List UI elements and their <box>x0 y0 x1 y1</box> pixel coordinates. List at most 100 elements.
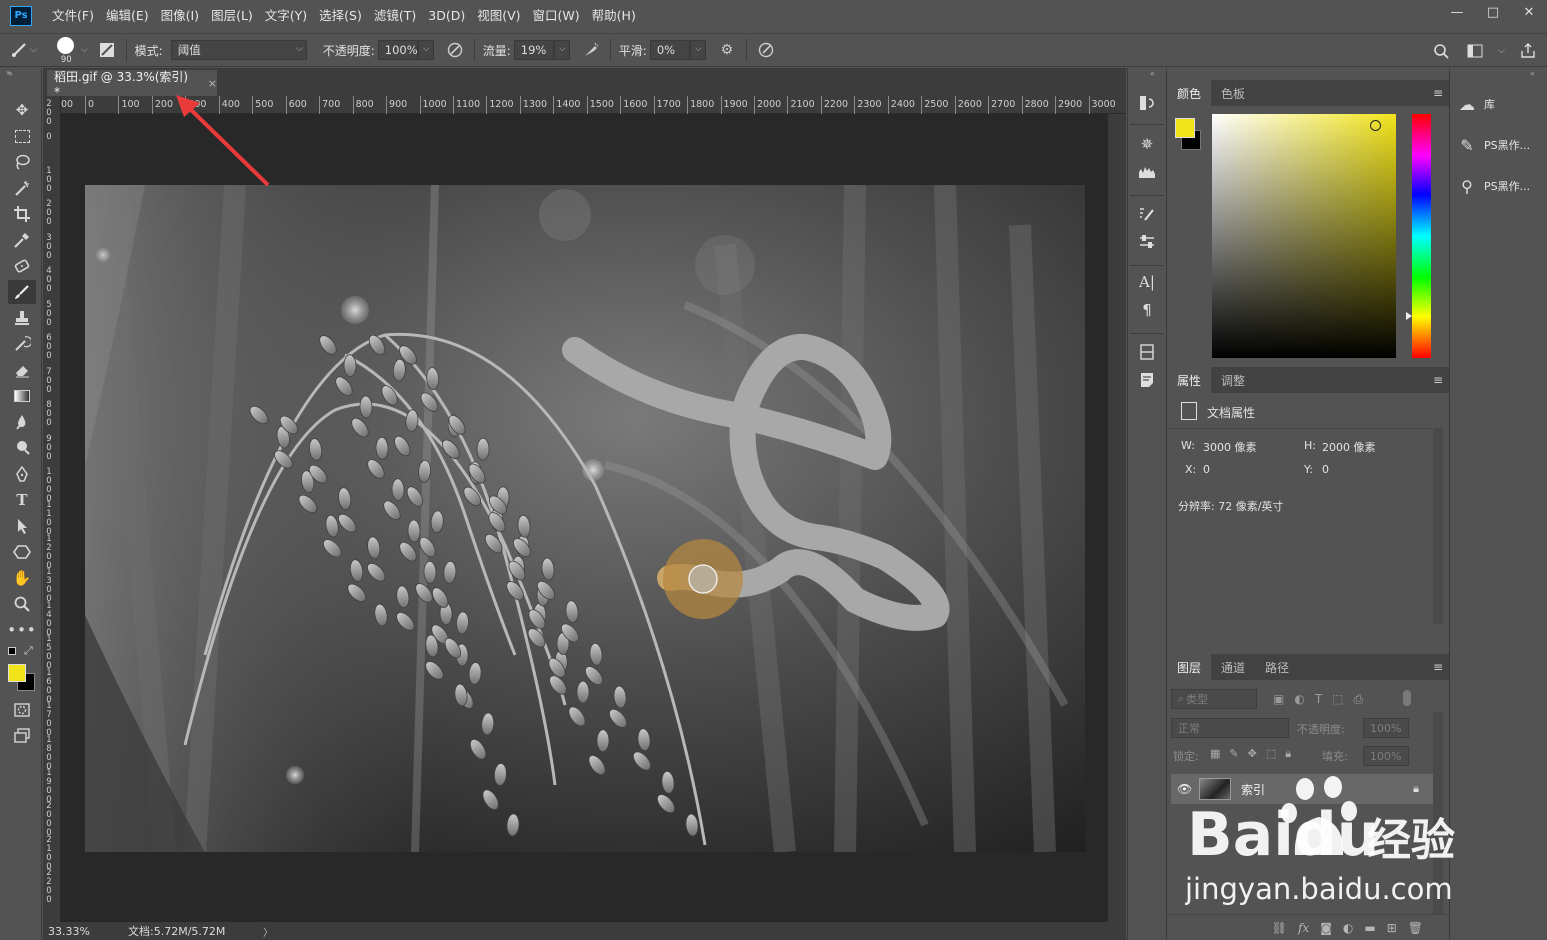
smoothing-dropdown[interactable]: ⌵ <box>689 40 706 60</box>
menu-item[interactable]: 编辑(E) <box>100 0 155 31</box>
smoothing-input[interactable]: 0% <box>649 40 690 60</box>
hue-slider[interactable] <box>1412 114 1431 358</box>
menu-item[interactable]: 图层(L) <box>205 0 259 31</box>
gradient-tool-icon[interactable] <box>8 384 36 408</box>
history-brush-tool-icon[interactable] <box>8 332 36 356</box>
type-tool-icon[interactable]: T <box>8 488 36 512</box>
link-icon[interactable]: ⛓︎ <box>1272 921 1287 935</box>
tab-adjustments[interactable]: 调整 <box>1211 367 1255 393</box>
library-item[interactable]: ☁ 库 <box>1454 86 1546 122</box>
fill-input[interactable]: 100% <box>1363 746 1409 766</box>
image-filter-icon[interactable]: ▣ <box>1273 692 1284 707</box>
notes-panel-icon[interactable] <box>1136 369 1158 391</box>
marquee-tool-icon[interactable] <box>8 124 36 148</box>
brush-tool-icon[interactable] <box>8 280 36 304</box>
histogram-panel-icon[interactable] <box>1136 161 1158 183</box>
menu-item[interactable]: 图像(I) <box>155 0 205 31</box>
menu-item[interactable]: 文件(F) <box>46 0 100 31</box>
properties-scrollbar[interactable] <box>1433 428 1443 624</box>
vertical-ruler[interactable]: 2 0 0 0 1 0 0 2 0 0 3 0 0 4 0 0 5 0 0 6 0 0 7 0 … <box>43 96 61 922</box>
zoom-level[interactable]: 33.33% <box>48 925 128 938</box>
menu-item[interactable]: 滤镜(T) <box>368 0 422 31</box>
lasso-tool-icon[interactable] <box>8 150 36 174</box>
pressure-size-icon[interactable] <box>755 39 777 61</box>
adjustments-sliders-icon[interactable] <box>1136 231 1158 253</box>
navigator-panel-icon[interactable]: ✵ <box>1136 133 1158 155</box>
hue-slider-handle[interactable] <box>1406 312 1412 320</box>
foreground-color-swatch[interactable] <box>8 664 26 682</box>
folder-icon[interactable]: ▬ <box>1364 921 1375 935</box>
lock-transparency-icon[interactable]: ▦ <box>1210 747 1220 761</box>
pen-tool-icon[interactable] <box>8 462 36 486</box>
minimize-button[interactable]: — <box>1439 0 1475 24</box>
flow-input[interactable]: 19% <box>513 40 554 60</box>
brush-tool-preset-icon[interactable] <box>8 39 30 61</box>
default-colors-icon[interactable] <box>8 647 16 655</box>
adjustment-icon[interactable]: ◐ <box>1343 921 1353 935</box>
opacity-input[interactable]: 100% <box>377 40 418 60</box>
color-picker-marker[interactable] <box>1370 120 1381 131</box>
color-panel-foreground-swatch[interactable] <box>1175 118 1195 138</box>
layers-scrollbar[interactable] <box>1433 712 1443 922</box>
hand-tool-icon[interactable]: ✋ <box>8 566 36 590</box>
mode-select[interactable]: 阈值 ⌵ <box>170 40 307 60</box>
menu-item[interactable]: 窗口(W) <box>527 0 586 31</box>
tab-swatches[interactable]: 色板 <box>1211 80 1255 106</box>
tab-properties[interactable]: 属性 <box>1167 367 1212 393</box>
fx-icon[interactable]: fx <box>1298 921 1309 935</box>
brush-settings-panel-icon[interactable] <box>1136 203 1158 225</box>
flow-dropdown[interactable]: ⌵ <box>553 40 570 60</box>
character-panel-icon[interactable]: A| <box>1136 271 1158 293</box>
screen-mode-icon[interactable] <box>8 724 36 748</box>
layer-opacity-input[interactable]: 100% <box>1363 718 1409 738</box>
eraser-tool-icon[interactable] <box>8 358 36 382</box>
chevron-down-icon[interactable]: ⌵ <box>81 45 88 55</box>
healing-brush-tool-icon[interactable] <box>8 254 36 278</box>
layer-comps-icon[interactable] <box>1136 341 1158 363</box>
restore-button[interactable]: □ <box>1475 0 1511 24</box>
lock-artboard-icon[interactable]: ⬚ <box>1266 747 1276 761</box>
eye-icon[interactable]: 👁︎ <box>1177 782 1199 796</box>
library-item[interactable]: ✎ PS黑作... <box>1454 127 1546 163</box>
opacity-dropdown[interactable]: ⌵ <box>417 40 434 60</box>
tab-channels[interactable]: 通道 <box>1211 654 1255 680</box>
brush-panel-icon[interactable] <box>96 39 118 61</box>
library-item[interactable]: ⚲ PS黑作... <box>1454 168 1546 204</box>
collapse-icon[interactable]: » <box>6 68 11 77</box>
menu-item[interactable]: 帮助(H) <box>586 0 642 31</box>
brush-size-picker[interactable]: 90 <box>53 36 79 65</box>
gear-icon[interactable]: ⚙ <box>716 39 738 61</box>
close-tab-icon[interactable]: × <box>208 77 217 90</box>
smart-object-filter-icon[interactable]: ⎙ <box>1354 692 1364 707</box>
move-tool-icon[interactable]: ✥ <box>8 98 36 122</box>
dodge-tool-icon[interactable] <box>8 436 36 460</box>
panel-menu-icon[interactable]: ≡ <box>1433 86 1443 100</box>
magic-wand-tool-icon[interactable] <box>8 176 36 200</box>
lock-position-icon[interactable]: ✥ <box>1248 747 1257 761</box>
clone-stamp-tool-icon[interactable] <box>8 306 36 330</box>
layer-row[interactable]: 👁︎ 索引 🔒︎ <box>1171 774 1433 804</box>
document-canvas[interactable] <box>85 185 1085 852</box>
collapse-icon[interactable]: « <box>1150 69 1155 78</box>
menu-item[interactable]: 视图(V) <box>471 0 526 31</box>
path-selection-tool-icon[interactable] <box>8 514 36 538</box>
trash-icon[interactable]: 🗑︎ <box>1408 921 1423 935</box>
layer-filter-select[interactable]: ⌕ 类型 <box>1171 689 1257 709</box>
tab-layers[interactable]: 图层 <box>1167 654 1212 680</box>
chevron-down-icon[interactable]: ⌵ <box>1498 46 1505 56</box>
search-icon[interactable] <box>1430 40 1452 62</box>
eyedropper-tool-icon[interactable] <box>8 228 36 252</box>
paragraph-panel-icon[interactable]: ¶ <box>1136 299 1158 321</box>
swap-colors-icon[interactable]: ⤢ <box>24 644 33 658</box>
collapse-icon[interactable]: « <box>1530 69 1535 78</box>
tab-paths[interactable]: 路径 <box>1255 654 1299 680</box>
quick-mask-icon[interactable] <box>8 698 36 722</box>
new-layer-icon[interactable]: ⊞ <box>1387 921 1397 935</box>
menu-item[interactable]: 选择(S) <box>313 0 368 31</box>
vertical-scrollbar[interactable] <box>1108 114 1126 922</box>
share-icon[interactable] <box>1517 40 1539 62</box>
workspace-icon[interactable] <box>1464 40 1486 62</box>
type-filter-icon[interactable]: T <box>1315 692 1322 707</box>
menu-item[interactable]: 文字(Y) <box>259 0 313 31</box>
filter-toggle[interactable] <box>1403 690 1411 706</box>
